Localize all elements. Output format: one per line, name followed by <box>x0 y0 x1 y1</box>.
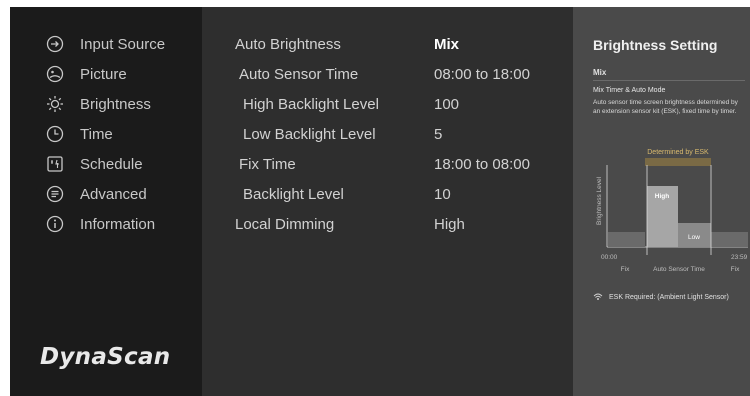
osd-screen: Input Source Picture Brightness Time Sch… <box>10 7 750 396</box>
end-time-label: 23:59 <box>731 254 748 261</box>
brightness-icon <box>47 96 63 112</box>
setting-value: High <box>434 216 465 233</box>
fix-level-right <box>711 232 748 247</box>
input-source-icon <box>46 35 64 53</box>
setting-value: 10 <box>434 186 451 203</box>
sidebar-item-information[interactable]: Information <box>10 209 202 239</box>
sidebar-item-advanced[interactable]: Advanced <box>10 179 202 209</box>
start-time-label: 00:00 <box>601 254 618 261</box>
sidebar-item-label: Information <box>80 216 156 233</box>
sidebar-item-label: Brightness <box>80 96 151 113</box>
fix-level-left <box>608 232 645 247</box>
sidebar-item-picture[interactable]: Picture <box>10 59 202 89</box>
setting-label: Fix Time <box>239 156 296 173</box>
esk-range-bar <box>645 158 711 166</box>
sidebar-item-label: Input Source <box>80 36 166 53</box>
sensor-icon <box>593 293 603 300</box>
setting-row-high-backlight-level[interactable]: High Backlight Level 100 <box>202 89 573 119</box>
setting-value: 18:00 to 08:00 <box>434 156 530 173</box>
info-icon <box>46 215 64 233</box>
setting-label: Local Dimming <box>235 216 335 233</box>
esk-note-text: ESK Required: (Ambient Light Sensor) <box>609 293 729 301</box>
setting-label: High Backlight Level <box>243 96 379 113</box>
fix-label-left: Fix <box>621 266 630 273</box>
setting-label: Backlight Level <box>243 186 344 203</box>
sidebar-item-label: Picture <box>80 66 127 83</box>
help-panel: Brightness Setting Mix Mix Timer & Auto … <box>573 7 750 396</box>
sidebar-item-label: Schedule <box>80 156 143 173</box>
setting-value: Mix <box>434 36 460 53</box>
fix-label-right: Fix <box>731 266 740 273</box>
setting-row-local-dimming[interactable]: Local Dimming High <box>202 209 573 239</box>
help-panel-subtitle: Mix <box>593 68 607 77</box>
advanced-icon <box>46 185 64 203</box>
setting-value: 100 <box>434 96 460 113</box>
setting-row-fix-time[interactable]: Fix Time 18:00 to 08:00 <box>202 149 573 179</box>
sidebar-item-input-source[interactable]: Input Source <box>10 29 202 59</box>
setting-value: 08:00 to 18:00 <box>434 66 530 83</box>
sidebar-item-label: Advanced <box>80 186 147 203</box>
dynascan-logo: DynaScan <box>40 344 171 370</box>
brightness-settings-list: Auto Brightness Mix Auto Sensor Time 08:… <box>202 7 573 396</box>
sidebar-item-label: Time <box>80 126 113 143</box>
schedule-icon <box>47 156 63 172</box>
esk-label: Determined by ESK <box>647 149 709 156</box>
sidebar-item-schedule[interactable]: Schedule <box>10 149 202 179</box>
setting-row-auto-sensor-time[interactable]: Auto Sensor Time 08:00 to 18:00 <box>202 59 573 89</box>
picture-icon <box>46 65 64 83</box>
divider <box>593 80 745 81</box>
setting-row-auto-brightness[interactable]: Auto Brightness Mix <box>202 29 573 59</box>
low-label: Low <box>688 234 700 241</box>
high-label: High <box>655 193 669 200</box>
sidebar: Input Source Picture Brightness Time Sch… <box>10 7 202 396</box>
setting-label: Auto Sensor Time <box>239 66 359 83</box>
sidebar-item-time[interactable]: Time <box>10 119 202 149</box>
setting-label: Auto Brightness <box>235 36 341 53</box>
setting-row-backlight-level[interactable]: Backlight Level 10 <box>202 179 573 209</box>
esk-note: ESK Required: (Ambient Light Sensor) <box>593 292 729 302</box>
sidebar-item-brightness[interactable]: Brightness <box>10 89 202 119</box>
setting-value: 5 <box>434 126 443 143</box>
auto-sensor-time-label: Auto Sensor Time <box>653 266 705 273</box>
brightness-diagram: Determined by ESK Brightness Level High … <box>596 149 748 273</box>
help-panel-description: Auto sensor time screen brightness deter… <box>593 99 738 115</box>
y-axis-label: Brightness Level <box>596 176 603 225</box>
help-panel-heading: Mix Timer & Auto Mode <box>593 87 666 94</box>
setting-row-low-backlight-level[interactable]: Low Backlight Level 5 <box>202 119 573 149</box>
setting-label: Low Backlight Level <box>243 126 376 143</box>
help-panel-title: Brightness Setting <box>593 37 718 53</box>
clock-icon <box>46 125 64 143</box>
